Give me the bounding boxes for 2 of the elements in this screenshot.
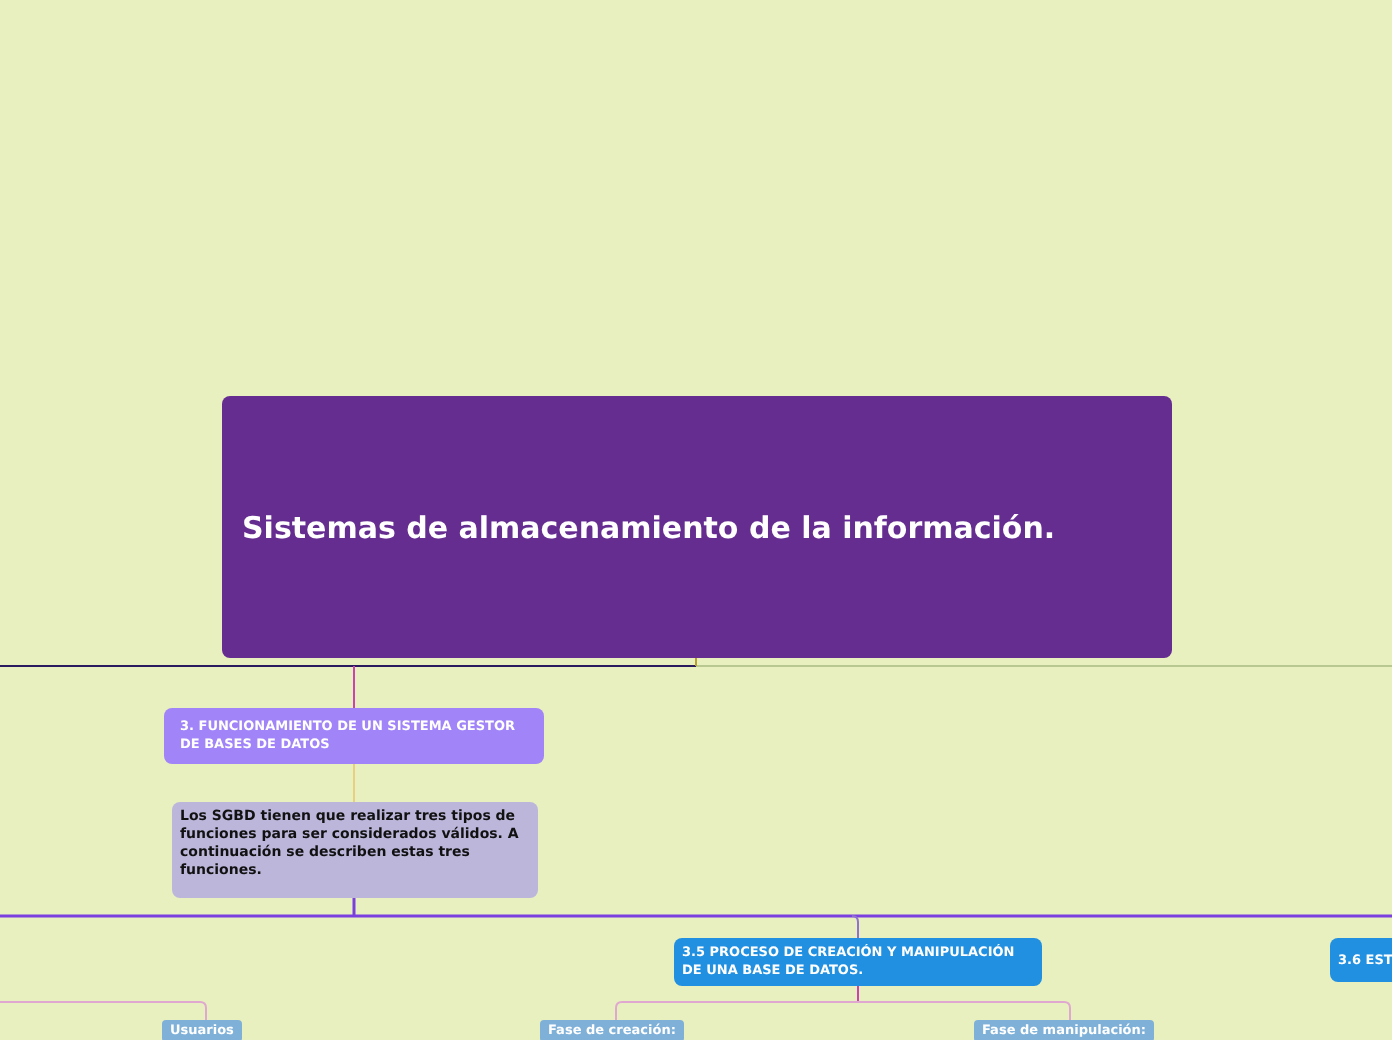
central-topic-node[interactable]: Sistemas de almacenamiento de la información.	[222, 396, 1172, 658]
connector-line	[353, 761, 355, 803]
